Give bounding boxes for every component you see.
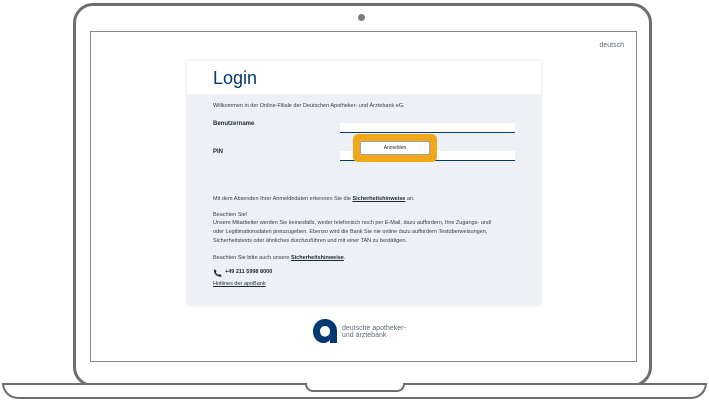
notice-line-2: oder Legitimationsdaten preiszugeben. Eb… (213, 229, 488, 235)
consent-prefix: Mit dem Absenden Ihrer Anmeldedaten erke… (213, 196, 351, 202)
browser-screen: deutsch Login Willkommen in der Online-F… (90, 31, 637, 362)
notice-heading: Beachten Sie! (213, 212, 248, 218)
brand-name: deutsche apotheker- und ärztebank (342, 325, 406, 339)
hotlines-link[interactable]: Hotlines der apoBank (213, 280, 266, 288)
notice-line-1: Unsere Mitarbeiter werden Sie keinesfall… (213, 220, 492, 226)
username-input[interactable] (340, 123, 515, 133)
security-notes-link[interactable]: Sicherheitshinweise (291, 255, 344, 261)
phone-icon (213, 269, 222, 277)
consent-suffix: an. (406, 196, 415, 202)
phone-number: +49 211 5998 8000 (225, 269, 273, 275)
username-label: Benutzername (213, 121, 255, 127)
apobank-logo-icon (313, 319, 337, 343)
also-prefix: Beachten Sie bitte auch unsere (213, 255, 290, 261)
also-suffix: . (343, 255, 346, 261)
login-button[interactable]: Anmelden (360, 141, 430, 155)
language-link[interactable]: deutsch (599, 42, 624, 49)
brand-line-1: deutsche apotheker- (342, 325, 406, 332)
camera-icon (358, 14, 365, 21)
consent-text: Mit dem Absenden Ihrer Anmeldedaten erke… (213, 195, 415, 203)
notice-line-3: Sicherheitstests oder ähnliches durchzuf… (213, 238, 407, 244)
pin-label: PIN (213, 149, 224, 155)
login-card-header: Login (187, 61, 541, 94)
welcome-text: Willkommen in der Online-Filiale der Deu… (213, 103, 405, 109)
also-note: Beachten Sie bitte auch unsere Sicherhei… (213, 254, 345, 262)
laptop-base-notch (305, 383, 405, 392)
brand-line-2: und ärztebank (342, 332, 387, 339)
page-title: Login (213, 68, 258, 88)
consent-security-link[interactable]: Sicherheitshinweise (352, 196, 405, 202)
